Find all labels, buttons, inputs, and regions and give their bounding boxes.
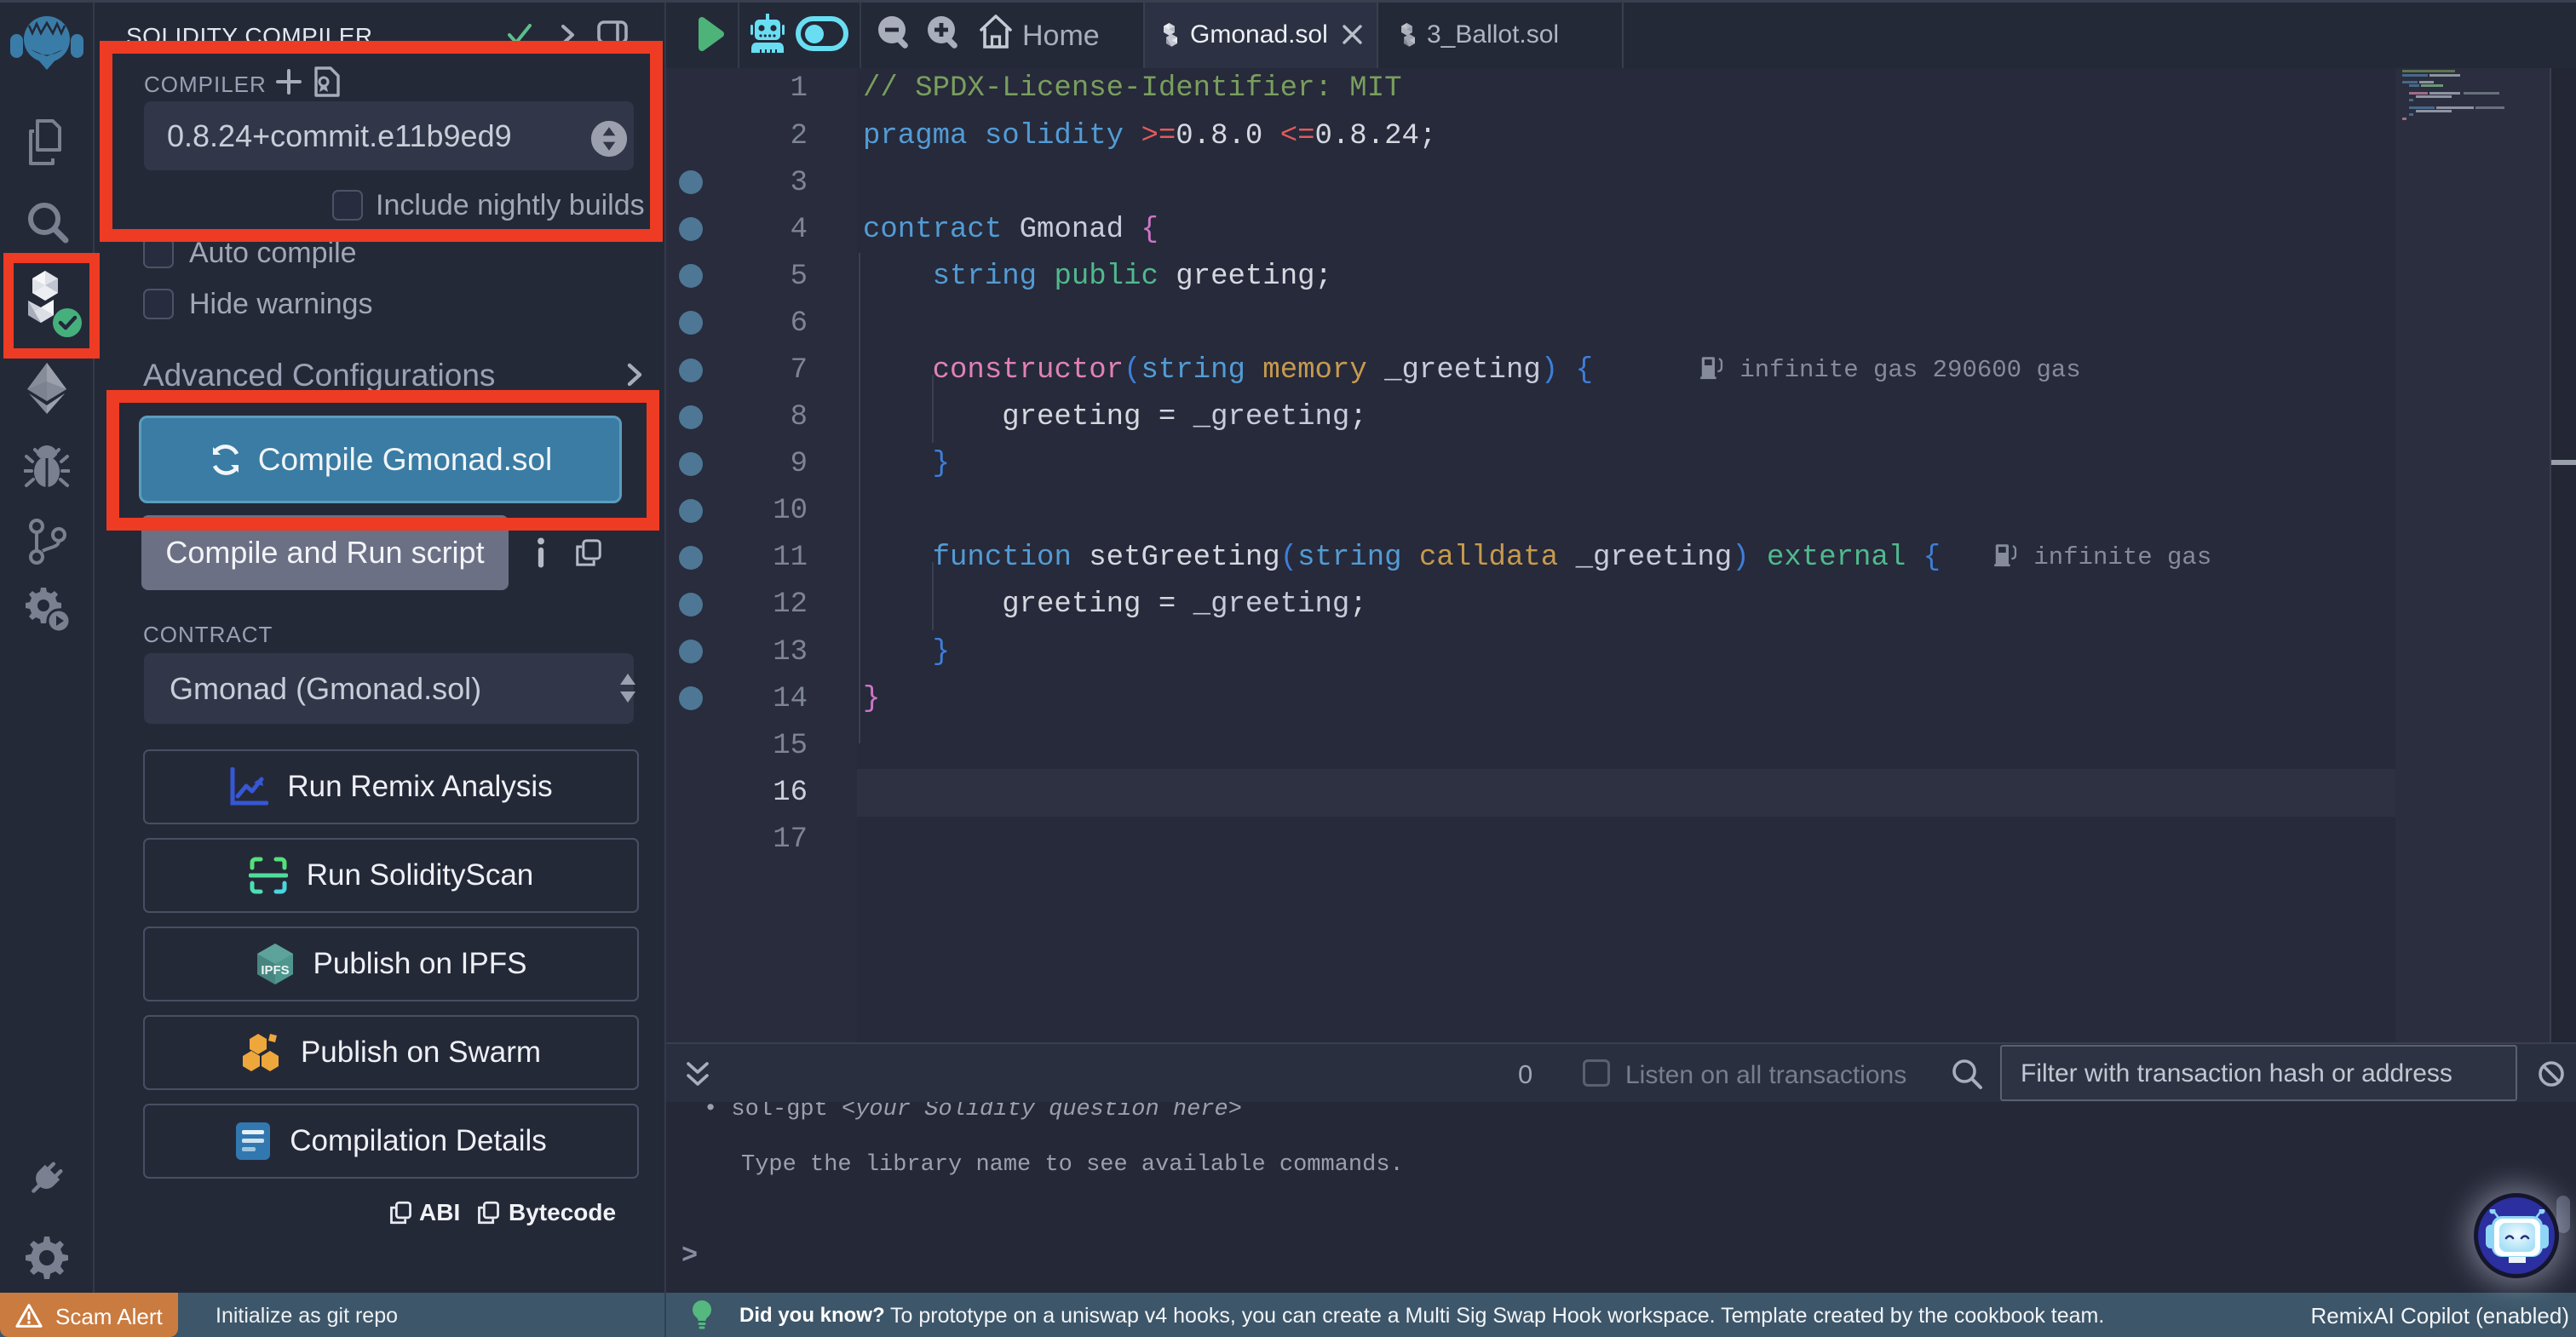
svg-text:IPFS: IPFS <box>261 963 289 978</box>
